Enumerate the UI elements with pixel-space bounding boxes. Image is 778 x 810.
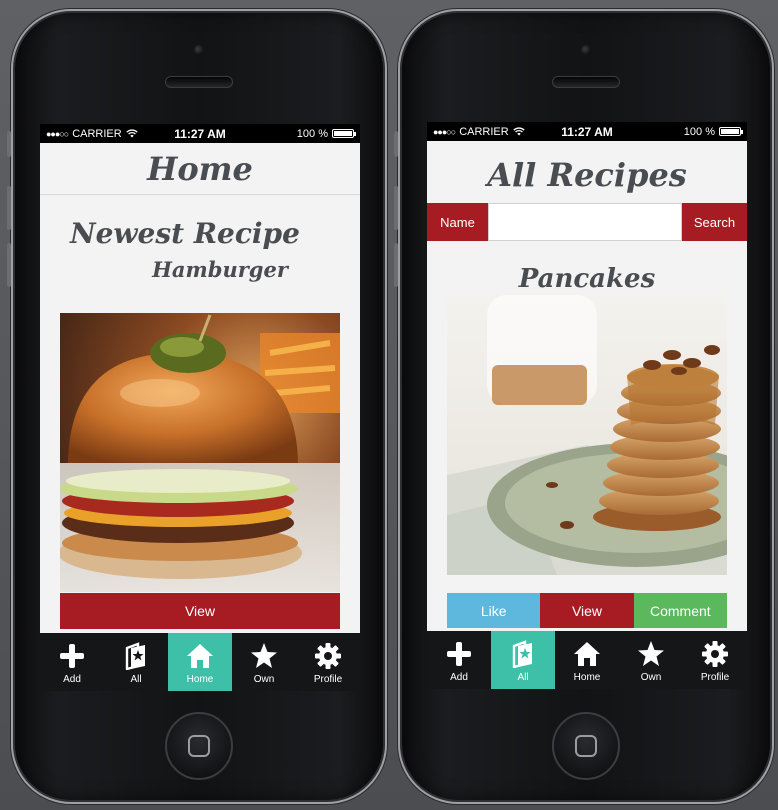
tab-label: Profile [313,674,343,685]
status-bar: ●●●○○ CARRIER 11:27 AM 100 % [40,124,360,143]
view-recipe-button[interactable]: View [60,593,340,629]
star-icon [638,641,664,666]
status-bar: ●●●○○ CARRIER 11:27 AM 100 % [427,122,747,141]
battery-icon [332,129,356,138]
tab-label: Own [253,674,275,685]
tab-label: Home [573,672,601,683]
volume-up-button [394,186,398,230]
tab-own[interactable]: Own [232,633,296,691]
earpiece-speaker [552,76,620,88]
all-recipes-screen: ●●●○○ CARRIER 11:27 AM 100 % All Recipes… [427,122,747,689]
recipe-name: Pancakes [518,264,656,294]
volume-down-button [7,243,11,287]
plus-icon [60,644,84,668]
star-icon [251,643,277,668]
page-title: Home [40,143,360,195]
phone-frame-left: ●●●○○ CARRIER 11:27 AM 100 % Home Newest… [7,9,387,804]
recipe-book-icon [125,642,145,670]
recipe-name: Hamburger [152,257,288,282]
pancakes-photo[interactable] [447,295,727,575]
tab-label: Profile [700,672,730,683]
hamburger-photo[interactable] [60,313,340,592]
tab-label: Add [63,674,81,685]
page-title: All Recipes [487,156,687,194]
comment-button[interactable]: Comment [633,593,727,628]
earpiece-speaker [165,76,233,88]
tab-own[interactable]: Own [619,631,683,689]
tab-label: Own [640,672,662,683]
battery-label: 100 % [296,127,328,140]
tab-label: Home [186,674,214,685]
pancakes-image [447,295,727,575]
tab-home[interactable]: Home [555,631,619,689]
house-icon [574,642,600,666]
tab-profile[interactable]: Profile [296,633,360,691]
recipe-actions: Like View Comment [447,593,727,628]
tab-bar: Add All Home Own Profile [427,631,747,689]
tab-home[interactable]: Home [168,633,232,691]
recipe-book-icon [512,640,532,668]
search-button[interactable]: Search [682,203,747,241]
home-screen: ●●●○○ CARRIER 11:27 AM 100 % Home Newest… [40,124,360,691]
gear-icon [702,641,728,667]
plus-icon [447,642,471,666]
name-filter-button[interactable]: Name [427,203,488,241]
hamburger-image [60,313,340,592]
hardware-home-button[interactable] [165,712,233,780]
house-icon [187,644,213,668]
gear-icon [315,643,341,669]
volume-up-button [7,186,11,230]
tab-label: All [517,672,529,683]
front-camera [194,45,204,55]
search-input[interactable] [488,203,682,241]
mute-switch [394,131,398,157]
tab-all[interactable]: All [104,633,168,691]
battery-icon [719,127,743,136]
front-camera [581,45,591,55]
like-button[interactable]: Like [447,593,541,628]
volume-down-button [394,243,398,287]
mute-switch [7,131,11,157]
tab-all[interactable]: All [491,631,555,689]
tab-add[interactable]: Add [427,631,491,689]
view-recipe-button[interactable]: View [540,593,634,628]
tab-profile[interactable]: Profile [683,631,747,689]
search-bar: Name Search [427,203,747,241]
hardware-home-button[interactable] [552,712,620,780]
section-title: Newest Recipe [70,217,300,250]
phone-frame-right: ●●●○○ CARRIER 11:27 AM 100 % All Recipes… [394,9,774,804]
tab-label: Add [450,672,468,683]
tab-bar: Add All Home Own Profile [40,633,360,691]
tab-label: All [130,674,142,685]
tab-add[interactable]: Add [40,633,104,691]
battery-label: 100 % [683,125,715,138]
